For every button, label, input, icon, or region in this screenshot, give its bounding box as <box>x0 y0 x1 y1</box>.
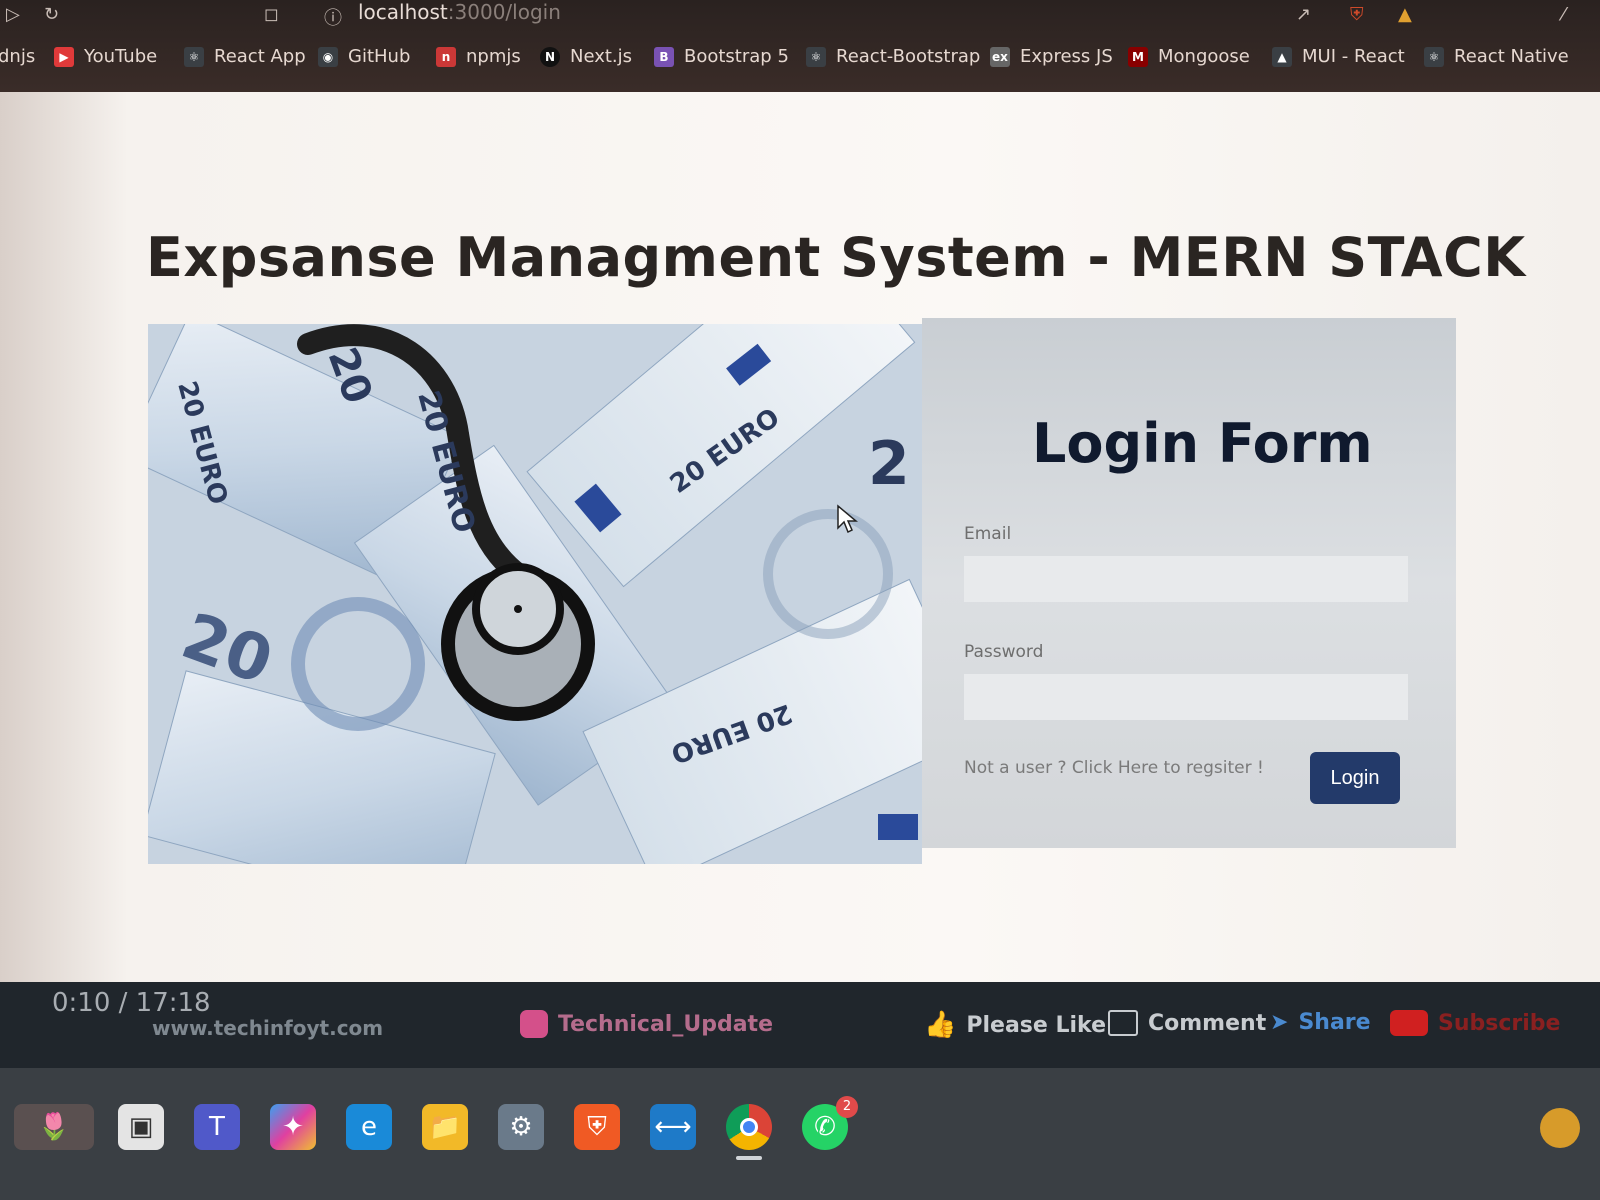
github-icon: ◉ <box>318 46 338 67</box>
bookmark-label: dnjs <box>0 46 36 67</box>
react-icon: ⚛ <box>184 46 204 67</box>
file-explorer-icon[interactable]: 📁 <box>422 1104 468 1150</box>
bookmark-item-express[interactable]: ex Express JS <box>990 46 1113 67</box>
bookmark-label: Next.js <box>570 46 633 67</box>
browser-chrome: ▷ ↻ ◻ ⓘ localhost:3000/login ↗ ⛨ ▲ ⁄ dnj… <box>0 0 1600 92</box>
teams-icon[interactable]: T <box>194 1104 240 1150</box>
url-host: localhost <box>358 0 448 24</box>
copilot-icon[interactable]: ✦ <box>270 1104 316 1150</box>
youtube-icon: ▶ <box>54 46 74 67</box>
brave-rewards-icon[interactable]: ▲ <box>1398 4 1412 25</box>
express-icon: ex <box>990 46 1010 67</box>
page-body: Expsanse Managment System - MERN STACK 2… <box>0 92 1600 982</box>
bookmark-item-react-native[interactable]: ⚛ React Native <box>1424 46 1569 67</box>
bookmark-item-react-bootstrap[interactable]: ⚛ React-Bootstrap <box>806 46 980 67</box>
video-overlay-bar: 0:10 / 17:18 www.techinfoyt.com Technica… <box>0 982 1600 1068</box>
instagram-label: Technical_Update <box>558 1011 773 1037</box>
instagram-icon <box>520 1010 548 1038</box>
register-link[interactable]: Not a user ? Click Here to regsiter ! <box>964 758 1264 778</box>
url-field[interactable]: localhost:3000/login <box>358 0 561 24</box>
share-page-icon[interactable]: ↗ <box>1296 4 1311 25</box>
bookmark-item-github[interactable]: ◉ GitHub <box>318 46 410 67</box>
user-avatar[interactable] <box>1540 1108 1580 1148</box>
address-bar-row: ▷ ↻ ◻ ⓘ localhost:3000/login ↗ ⛨ ▲ ⁄ <box>0 0 1600 30</box>
bookmarks-bar: dnjs ▶ YouTube ⚛ React App ◉ GitHub n npmjs … <box>0 38 1600 82</box>
vscode-icon[interactable]: ⟷ <box>650 1104 696 1150</box>
edge-icon[interactable]: e <box>346 1104 392 1150</box>
youtube-icon <box>1390 1010 1428 1036</box>
settings-icon[interactable]: ⚙ <box>498 1104 544 1150</box>
bookmark-label: React-Bootstrap <box>836 46 981 67</box>
bookmark-page-icon[interactable]: ◻ <box>264 4 279 25</box>
share-label: Share <box>1298 1010 1371 1035</box>
bookmark-label: MUI - React <box>1302 46 1405 67</box>
bootstrap-icon: B <box>654 46 674 67</box>
channel-website: www.techinfoyt.com <box>152 1016 384 1040</box>
chrome-icon[interactable] <box>726 1104 772 1150</box>
subscribe-label: Subscribe <box>1438 1010 1561 1036</box>
bookmark-label: React App <box>214 46 306 67</box>
notification-badge: 2 <box>836 1096 858 1118</box>
like-label: Please Like <box>966 1012 1107 1038</box>
login-form: Login Form Email Password Not a user ? C… <box>922 318 1456 848</box>
email-label: Email <box>964 524 1012 544</box>
react-icon: ⚛ <box>806 46 826 67</box>
bookmark-label: Bootstrap 5 <box>684 46 789 67</box>
site-info-icon[interactable]: ⓘ <box>324 4 342 30</box>
brave-icon[interactable]: ⛨ <box>574 1104 620 1150</box>
comment-icon <box>1108 1010 1138 1036</box>
subscribe-prompt: Subscribe <box>1390 1010 1560 1036</box>
bookmark-label: npmjs <box>466 46 521 67</box>
bookmark-label: YouTube <box>84 46 158 67</box>
thumbs-up-icon: 👍 <box>924 1010 957 1040</box>
taskbar: 🌷 ▣ T ✦ e 📁 ⚙ ⛨ ⟷ ✆ 2 <box>0 1068 1600 1200</box>
react-icon: ⚛ <box>1424 46 1444 67</box>
widgets-icon[interactable]: 🌷 <box>14 1104 94 1150</box>
brave-shield-icon[interactable]: ⛨ <box>1350 4 1364 25</box>
photo-illustration: 20 EURO 20 EURO 20 EURO 20 EURO 20 20 2 <box>148 324 922 864</box>
password-field[interactable] <box>964 674 1408 720</box>
window-control-icon[interactable]: ⁄ <box>1562 4 1565 25</box>
mui-icon: ▲ <box>1272 46 1292 67</box>
bookmark-item-partial[interactable]: dnjs <box>0 46 35 67</box>
bookmark-item-mui[interactable]: ▲ MUI - React <box>1272 46 1405 67</box>
share-prompt: ➤ Share <box>1270 1010 1371 1035</box>
like-prompt: 👍 Please Like <box>924 1010 1106 1040</box>
bookmark-item-npmjs[interactable]: n npmjs <box>436 46 521 67</box>
share-icon: ➤ <box>1270 1010 1289 1035</box>
url-path: :3000/login <box>447 0 561 24</box>
video-timestamp: 0:10 / 17:18 <box>52 988 211 1018</box>
bookmark-label: Mongoose <box>1158 46 1250 67</box>
bill-numeral-3: 2 <box>868 429 910 499</box>
mouse-cursor-icon <box>837 504 858 534</box>
password-label: Password <box>964 642 1044 662</box>
mongoose-icon: M <box>1128 46 1148 67</box>
reload-icon[interactable]: ↻ <box>44 4 59 25</box>
login-button[interactable]: Login <box>1310 752 1400 804</box>
bookmark-label: Express JS <box>1020 46 1113 67</box>
bookmark-label: React Native <box>1454 46 1569 67</box>
email-field[interactable] <box>964 556 1408 602</box>
active-app-indicator <box>736 1156 762 1160</box>
bookmark-label: GitHub <box>348 46 411 67</box>
forward-icon[interactable]: ▷ <box>6 4 20 25</box>
bookmark-item-mongoose[interactable]: M Mongoose <box>1128 46 1250 67</box>
login-title: Login Form <box>1032 412 1373 475</box>
bookmark-item-nextjs[interactable]: N Next.js <box>540 46 632 67</box>
npm-icon: n <box>436 46 456 67</box>
bookmark-item-react-app[interactable]: ⚛ React App <box>184 46 306 67</box>
nextjs-icon: N <box>540 46 560 67</box>
euro-stethoscope-photo: 20 EURO 20 EURO 20 EURO 20 EURO 20 20 2 <box>148 324 922 864</box>
instagram-handle: Technical_Update <box>520 1010 773 1038</box>
task-view-icon[interactable]: ▣ <box>118 1104 164 1150</box>
comment-label: Comment <box>1148 1010 1267 1036</box>
comment-prompt: Comment <box>1108 1010 1266 1036</box>
page-title: Expsanse Managment System - MERN STACK <box>146 226 1526 289</box>
bookmark-item-youtube[interactable]: ▶ YouTube <box>54 46 157 67</box>
bookmark-item-bootstrap[interactable]: B Bootstrap 5 <box>654 46 789 67</box>
